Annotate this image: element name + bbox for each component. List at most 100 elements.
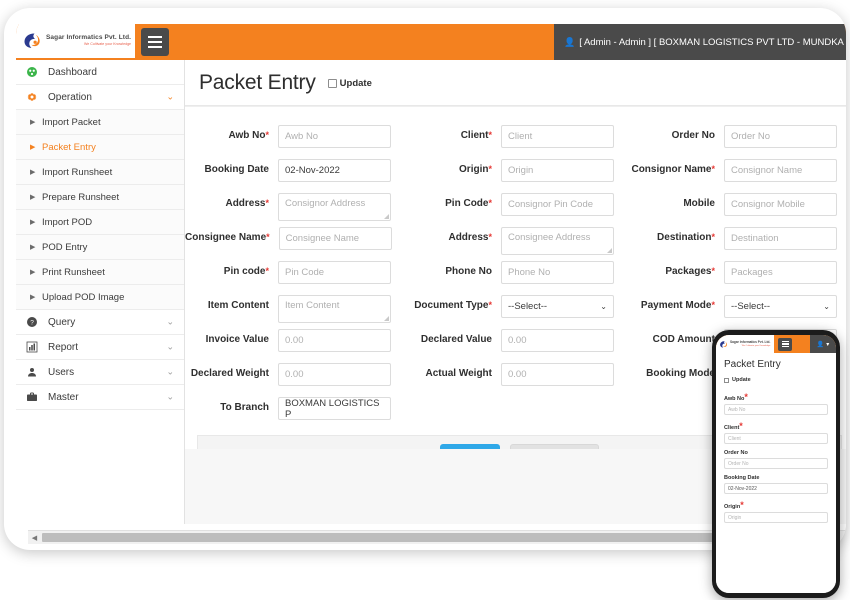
mobile-update-checkbox-label: Update bbox=[732, 377, 751, 383]
mobile-form-field-booking-date: Booking Date 02-Nov-2022 bbox=[724, 475, 828, 494]
reset-form-button[interactable]: Reset Form bbox=[509, 443, 600, 449]
input-declared-value[interactable]: 0.00 bbox=[501, 329, 614, 352]
field-label: Consignor Name* bbox=[631, 164, 715, 175]
form-field-item-content: Item Content Item Content bbox=[185, 295, 408, 323]
mobile-user-menu[interactable]: 👤 ▾ bbox=[810, 335, 836, 353]
input-to-branch[interactable]: BOXMAN LOGISTICS P bbox=[278, 397, 391, 420]
field-value: 02-Nov-2022 bbox=[285, 165, 340, 176]
input-consignee-name[interactable]: Consignee Name bbox=[278, 227, 392, 250]
caret-right-icon: ▶ bbox=[30, 119, 36, 126]
user-icon: 👤 bbox=[564, 36, 576, 47]
mobile-field-label: Client* bbox=[724, 421, 743, 431]
update-checkbox-group[interactable]: Update bbox=[327, 78, 372, 89]
sidebar-subitem-import-pod[interactable]: ▶ Import POD bbox=[16, 210, 184, 235]
input-consignor-name[interactable]: Consignor Name bbox=[724, 159, 837, 182]
field-label: Item Content bbox=[207, 300, 269, 311]
mobile-input-client[interactable]: Client bbox=[724, 433, 828, 444]
field-label: Pin Code* bbox=[445, 198, 492, 209]
sidebar-subitem-print-runsheet[interactable]: ▶ Print Runsheet bbox=[16, 260, 184, 285]
form-field-declared-value: Declared Value 0.00 bbox=[408, 329, 631, 352]
mobile-update-checkbox-group[interactable]: Update bbox=[724, 377, 828, 383]
field-label: Destination* bbox=[657, 232, 715, 243]
form-field-packages: Packages* Packages bbox=[631, 261, 846, 284]
mobile-field-label: Awb No* bbox=[724, 392, 748, 402]
sidebar-item-query[interactable]: ? Query ⌄ bbox=[16, 310, 184, 335]
field-control: 0.00 bbox=[278, 363, 396, 386]
brand-tagline: We Cultivate your Knowledge bbox=[83, 42, 132, 47]
brand-logo[interactable]: Sagar Informatics Pvt. Ltd. We Cultivate… bbox=[16, 24, 135, 60]
field-control: Consignor Pin Code bbox=[501, 193, 619, 216]
required-marker: * bbox=[488, 130, 492, 140]
field-placeholder: Awb No bbox=[285, 131, 319, 142]
sidebar-item-label: Master bbox=[48, 391, 79, 403]
input-phone-no[interactable]: Phone No bbox=[501, 261, 614, 284]
sidebar-subitem-label: Prepare Runsheet bbox=[42, 191, 120, 203]
sidebar-nav[interactable]: Dashboard Operation ⌄ ▶ Import Packet ▶ … bbox=[16, 60, 185, 524]
chevron-down-icon: ⌄ bbox=[600, 302, 607, 311]
sidebar-item-operation[interactable]: Operation ⌄ bbox=[16, 85, 184, 110]
sidebar-subitem-packet-entry[interactable]: ▶ Packet Entry bbox=[16, 135, 184, 160]
menu-toggle-button[interactable] bbox=[141, 28, 169, 56]
field-placeholder: Awb No bbox=[728, 406, 746, 413]
input-pin-code[interactable]: Pin Code bbox=[278, 261, 391, 284]
textarea-address[interactable]: Consignor Address bbox=[278, 193, 391, 221]
sidebar-item-dashboard[interactable]: Dashboard bbox=[16, 60, 184, 85]
sidebar-item-users[interactable]: Users ⌄ bbox=[16, 360, 184, 385]
field-label: Payment Mode* bbox=[640, 300, 715, 311]
sidebar-item-master[interactable]: Master ⌄ bbox=[16, 385, 184, 410]
field-control: Client bbox=[501, 125, 619, 148]
mobile-input-origin[interactable]: Origin bbox=[724, 512, 828, 523]
mobile-brand-text: Sagar Informatics Pvt. Ltd. We Cultivate… bbox=[730, 340, 770, 347]
user-session-bar[interactable]: 👤 [ Admin - Admin ] [ BOXMAN LOGISTICS P… bbox=[554, 24, 846, 60]
save-button[interactable]: Save bbox=[439, 443, 500, 449]
input-declared-weight[interactable]: 0.00 bbox=[278, 363, 391, 386]
field-placeholder: Destination bbox=[731, 233, 779, 244]
sidebar-subitem-import-packet[interactable]: ▶ Import Packet bbox=[16, 110, 184, 135]
field-placeholder: Consignee Name bbox=[285, 233, 360, 244]
sidebar-item-label: Report bbox=[48, 341, 79, 353]
mobile-update-checkbox[interactable] bbox=[724, 377, 729, 383]
sidebar-subitem-upload-pod-image[interactable]: ▶ Upload POD Image bbox=[16, 285, 184, 310]
textarea-item-content[interactable]: Item Content bbox=[278, 295, 391, 323]
field-placeholder: 0.00 bbox=[508, 369, 527, 380]
update-checkbox[interactable] bbox=[327, 79, 337, 88]
mobile-input-order-no[interactable]: Order No bbox=[724, 458, 828, 469]
select-payment-mode[interactable]: --Select-- ⌄ bbox=[724, 295, 837, 318]
input-awb-no[interactable]: Awb No bbox=[278, 125, 391, 148]
input-origin[interactable]: Origin bbox=[501, 159, 614, 182]
required-marker: * bbox=[265, 266, 269, 276]
input-order-no[interactable]: Order No bbox=[724, 125, 837, 148]
mobile-form-field-order-no: Order No Order No bbox=[724, 450, 828, 469]
caret-right-icon: ▶ bbox=[30, 269, 36, 276]
field-control: Origin bbox=[501, 159, 619, 182]
select-document-type[interactable]: --Select-- ⌄ bbox=[501, 295, 614, 318]
chevron-down-icon: ⌄ bbox=[166, 341, 174, 352]
field-placeholder: Item Content bbox=[285, 300, 340, 311]
field-control: Phone No bbox=[501, 261, 619, 284]
input-destination[interactable]: Destination bbox=[724, 227, 837, 250]
input-pin-code[interactable]: Consignor Pin Code bbox=[501, 193, 614, 216]
mobile-brand-logo[interactable]: Sagar Informatics Pvt. Ltd. We Cultivate… bbox=[716, 335, 774, 353]
input-booking-date[interactable]: 02-Nov-2022 bbox=[278, 159, 391, 182]
form-field-declared-weight: Declared Weight 0.00 bbox=[185, 363, 408, 386]
input-client[interactable]: Client bbox=[501, 125, 614, 148]
textarea-address[interactable]: Consignee Address bbox=[501, 227, 614, 255]
screenshot-stage: Sagar Informatics Pvt. Ltd. We Cultivate… bbox=[0, 0, 850, 600]
input-actual-weight[interactable]: 0.00 bbox=[501, 363, 614, 386]
field-label: Order No bbox=[671, 130, 715, 141]
scroll-left-arrow-icon[interactable]: ◀ bbox=[28, 531, 41, 545]
input-packages[interactable]: Packages bbox=[724, 261, 837, 284]
mobile-input-booking-date[interactable]: 02-Nov-2022 bbox=[724, 483, 828, 494]
sidebar-subitem-import-runsheet[interactable]: ▶ Import Runsheet bbox=[16, 160, 184, 185]
field-placeholder: Origin bbox=[508, 165, 534, 176]
mobile-menu-toggle-button[interactable] bbox=[778, 337, 792, 351]
input-invoice-value[interactable]: 0.00 bbox=[278, 329, 391, 352]
caret-right-icon: ▶ bbox=[30, 219, 36, 226]
user-session-text: [ Admin - Admin ] [ BOXMAN LOGISTICS PVT… bbox=[579, 36, 846, 48]
sidebar-subitem-prepare-runsheet[interactable]: ▶ Prepare Runsheet bbox=[16, 185, 184, 210]
gear-icon bbox=[26, 91, 42, 103]
mobile-input-awb-no[interactable]: Awb No bbox=[724, 404, 828, 415]
sidebar-item-report[interactable]: Report ⌄ bbox=[16, 335, 184, 360]
sidebar-subitem-pod-entry[interactable]: ▶ POD Entry bbox=[16, 235, 184, 260]
input-mobile[interactable]: Consignor Mobile bbox=[724, 193, 837, 216]
